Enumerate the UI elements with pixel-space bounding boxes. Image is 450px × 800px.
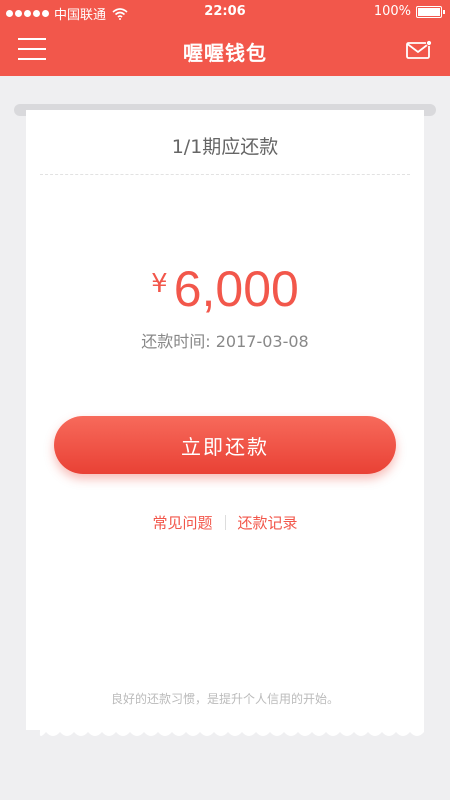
page-title: 喔喔钱包 <box>183 41 267 65</box>
battery-percent: 100% <box>373 4 411 19</box>
repayment-history-link[interactable]: 还款记录 <box>238 514 298 532</box>
amount-due: 6,000 <box>173 261 299 317</box>
screen: 中国联通 22:06 100% 喔喔钱包 1/1期应还款 ¥ 6,000 还款时… <box>0 0 450 800</box>
app-header: 中国联通 22:06 100% 喔喔钱包 <box>0 0 450 76</box>
repay-now-button[interactable]: 立即还款 <box>54 416 396 474</box>
amount-row: ¥6,000 <box>26 260 424 318</box>
status-bar: 中国联通 22:06 100% <box>0 0 450 24</box>
battery-icon <box>416 5 445 18</box>
footer-note: 良好的还款习惯，是提升个人信用的开始。 <box>110 692 339 706</box>
mail-icon[interactable] <box>406 40 432 60</box>
divider <box>40 174 410 175</box>
faq-link[interactable]: 常见问题 <box>152 514 212 532</box>
link-separator <box>224 515 226 530</box>
repayment-card: 1/1期应还款 ¥6,000 还款时间: 2017-03-08 立即还款 常见问… <box>26 110 424 730</box>
currency-symbol: ¥ <box>151 269 168 299</box>
status-right: 100% <box>373 4 445 19</box>
nav-bar: 喔喔钱包 <box>0 24 450 76</box>
due-date-value: 2017-03-08 <box>215 332 309 351</box>
card-scalloped-edge <box>26 720 424 736</box>
due-date-row: 还款时间: 2017-03-08 <box>26 328 424 352</box>
due-date-label: 还款时间: <box>141 332 211 351</box>
period-label: 1/1期应还款 <box>171 136 279 158</box>
help-links: 常见问题 还款记录 <box>26 512 424 533</box>
